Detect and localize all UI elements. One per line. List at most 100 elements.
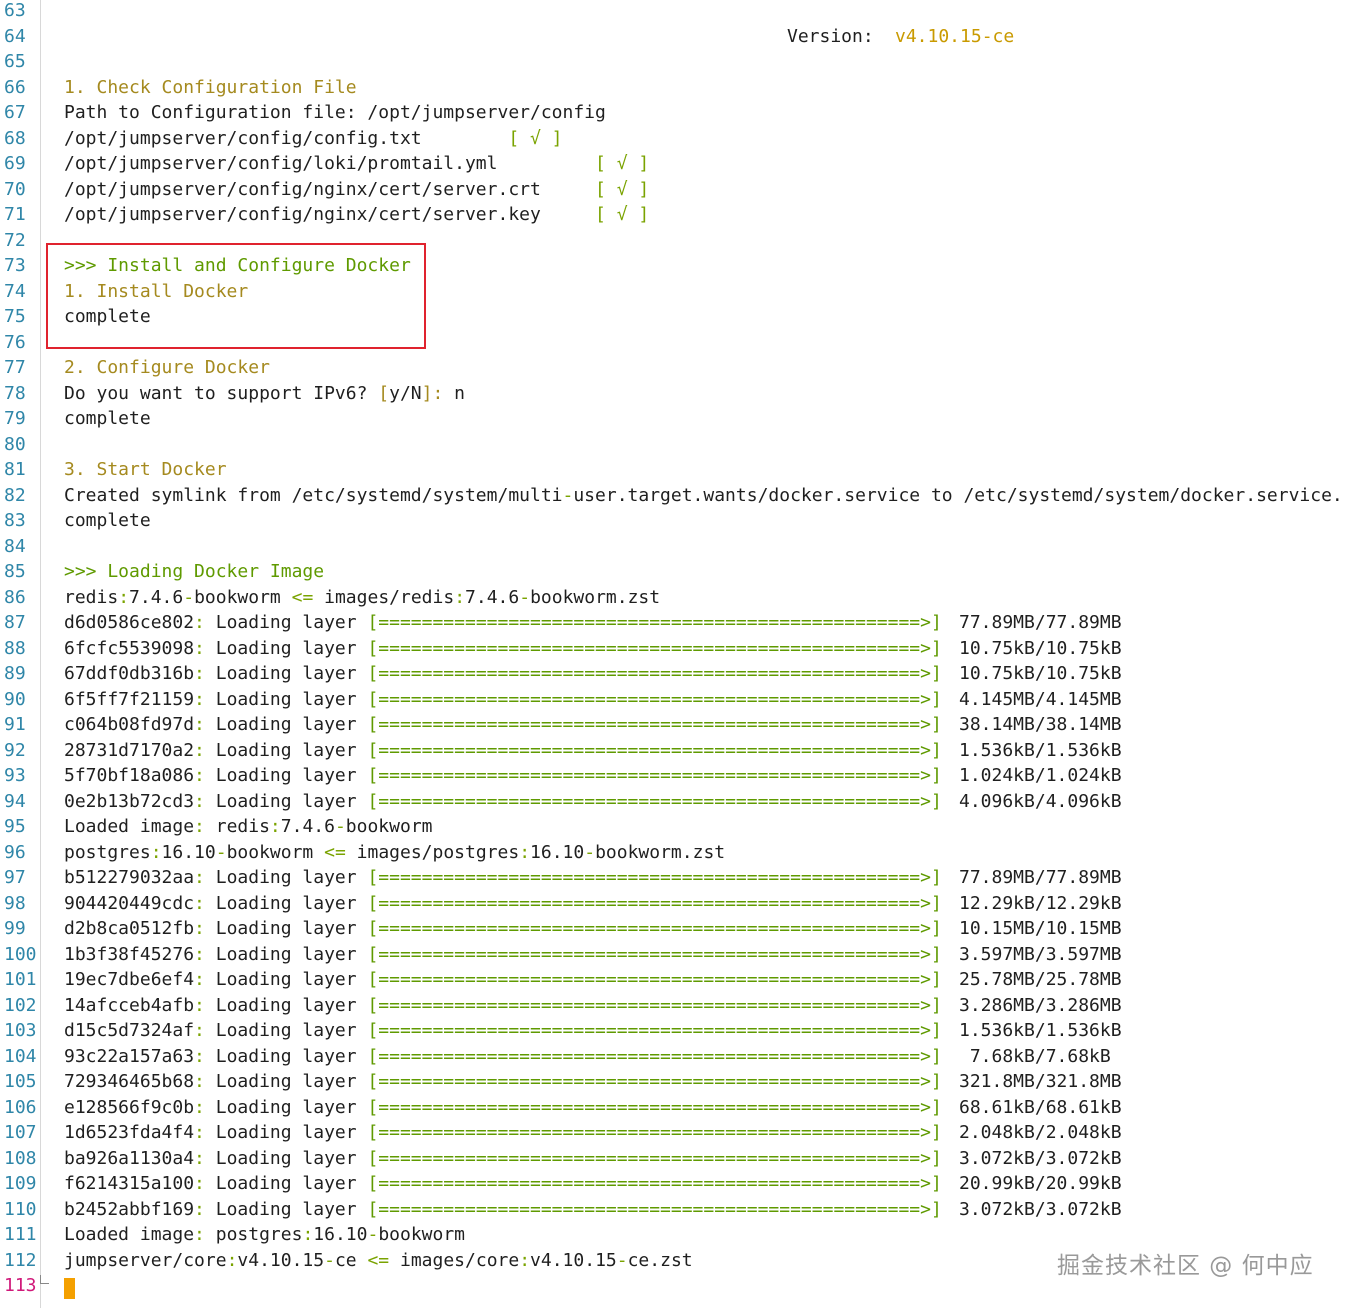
layer-size: 2.048kB/2.048kB (959, 1122, 1122, 1143)
text-segment: - (367, 1224, 379, 1245)
text-cursor[interactable] (64, 1278, 75, 1299)
line-number: 96 (4, 841, 26, 863)
progress-bar: [=======================================… (367, 1147, 942, 1169)
text-segment: postgres (204, 1224, 303, 1245)
layer-label: Loading layer (204, 918, 368, 939)
layer-label: Loading layer (204, 1198, 368, 1220)
line-content: jumpserver/core:v4.10.15-ce <= images/co… (64, 1250, 693, 1271)
text-segment: Created symlink from /etc/systemd/system… (64, 484, 563, 506)
text-segment: <= (291, 586, 314, 608)
text-segment: <= (324, 841, 346, 863)
layer-progress-line: 103 d15c5d7324af: Loading layer [========… (0, 1020, 1350, 1046)
terminal-line: 77 2. Configure Docker (0, 357, 1350, 383)
progress-bar: [=======================================… (367, 1071, 942, 1092)
terminal-line: 79 complete (0, 408, 1350, 434)
line-number: 71 (4, 204, 26, 225)
text-segment: : (269, 816, 281, 837)
text-segment: ce (334, 1249, 368, 1271)
text-segment: : (226, 1249, 238, 1271)
line-number: 111 (4, 1224, 37, 1245)
layer-id: 6fcfc5539098 (64, 637, 195, 659)
terminal-line: 78 Do you want to support IPv6? [y/N]: n (0, 383, 1350, 409)
progress-bar: [=======================================… (367, 637, 942, 659)
layer-size: 1.536kB/1.536kB (959, 739, 1122, 761)
separator: : (194, 1122, 205, 1143)
text-segment: /opt/jumpserver/config/nginx/cert/server… (64, 178, 596, 200)
separator: : (194, 1096, 205, 1118)
text-segment: 16.10 (161, 841, 216, 863)
line-content: 14afcceb4afb: Loading layer [===========… (64, 995, 942, 1016)
line-content: ba926a1130a4: Loading layer [===========… (64, 1148, 942, 1169)
layer-size: 3.286MB/3.286MB (959, 994, 1122, 1016)
line-number: 91 (4, 714, 26, 735)
terminal-line: 84 (0, 536, 1350, 562)
line-number: 79 (4, 408, 26, 429)
line-number: 107 (4, 1122, 37, 1143)
layer-progress-line: 105 729346465b68: Loading layer [========… (0, 1071, 1350, 1097)
layer-label: Loading layer (204, 1122, 368, 1143)
layer-progress-line: 104 93c22a157a63: Loading layer [========… (0, 1046, 1350, 1072)
separator: : (194, 612, 205, 633)
progress-bar: [=======================================… (367, 1173, 942, 1194)
text-segment: 7.4.6 (129, 586, 184, 608)
progress-bar: [=======================================… (367, 1045, 942, 1067)
layer-label: Loading layer (204, 1096, 368, 1118)
separator: : (194, 688, 205, 710)
layer-progress-line: 92 28731d7170a2: Loading layer [=========… (0, 740, 1350, 766)
layer-progress-line: 107 1d6523fda4f4: Loading layer [========… (0, 1122, 1350, 1148)
line-number: 83 (4, 510, 26, 531)
separator: : (194, 918, 205, 939)
layer-progress-line: 98 904420449cdc: Loading layer [=========… (0, 893, 1350, 919)
separator: : (194, 994, 205, 1016)
text-segment: : (302, 1224, 314, 1245)
layer-id: 904420449cdc (64, 892, 195, 914)
text-segment: 1. Check Configuration File (64, 76, 357, 98)
layer-id: 6f5ff7f21159 (64, 688, 195, 710)
line-content: 729346465b68: Loading layer [===========… (64, 1071, 942, 1092)
layer-size: 4.096kB/4.096kB (959, 790, 1122, 812)
line-number: 94 (4, 790, 26, 812)
layer-size: 3.072kB/3.072kB (959, 1198, 1122, 1220)
layer-size: 10.15MB/10.15MB (959, 918, 1122, 939)
line-number: 81 (4, 459, 26, 480)
terminal-line: 71/opt/jumpserver/config/nginx/cert/serv… (0, 204, 1350, 230)
line-number: 80 (4, 433, 26, 455)
terminal-window[interactable]: 63 64 65 66 1. Check Configuration File 67 Pat… (0, 0, 1350, 1308)
layer-size: 3.597MB/3.597MB (959, 943, 1122, 965)
text-segment: /opt/jumpserver/config/config.txt (64, 127, 509, 149)
layer-progress-line: 110 b2452abbf169: Loading layer [========… (0, 1199, 1350, 1225)
separator: : (194, 943, 205, 965)
line-number: 72 (4, 229, 26, 251)
line-number: 69 (4, 153, 26, 174)
line-content: 67ddf0db316b: Loading layer [===========… (64, 663, 942, 684)
text-segment: - (616, 1249, 628, 1271)
progress-bar: [=======================================… (367, 892, 942, 914)
line-content: d15c5d7324af: Loading layer [===========… (64, 1020, 942, 1041)
layer-label: Loading layer (204, 943, 368, 965)
watermark: 掘金技术社区 @ 何中应 (1057, 1253, 1314, 1279)
layer-size: 38.14MB/38.14MB (959, 714, 1122, 735)
text-segment: bookworm (345, 816, 433, 837)
text-segment: 2. Configure Docker (64, 357, 270, 378)
line-content: 3. Start Docker (64, 459, 227, 480)
version-line: Version: v4.10.15-ce (0, 26, 1350, 52)
text-segment: user.target.wants/docker.service to /etc… (573, 484, 1343, 506)
layer-progress-line: 100 1b3f38f45276: Loading layer [========… (0, 944, 1350, 970)
line-content: 6f5ff7f21159: Loading layer [===========… (64, 689, 942, 710)
line-content: 1b3f38f45276: Loading layer [===========… (64, 944, 942, 965)
separator: : (194, 1045, 205, 1067)
line-number: 87 (4, 612, 26, 633)
line-number: 89 (4, 663, 26, 684)
text-segment: [ √ ] (595, 204, 650, 225)
terminal-line: 63 (0, 0, 1350, 26)
text-segment: : (150, 841, 162, 863)
line-number: 112 (4, 1249, 37, 1271)
layer-id: 93c22a157a63 (64, 1045, 195, 1067)
layer-id: 28731d7170a2 (64, 739, 195, 761)
layer-progress-line: 94 0e2b13b72cd3: Loading layer [=========… (0, 791, 1350, 817)
line-content: b2452abbf169: Loading layer [===========… (64, 1199, 942, 1220)
separator: : (194, 1198, 205, 1220)
layer-id: 67ddf0db316b (64, 663, 195, 684)
text-segment: complete (64, 408, 151, 429)
text-segment: redis (204, 816, 270, 837)
